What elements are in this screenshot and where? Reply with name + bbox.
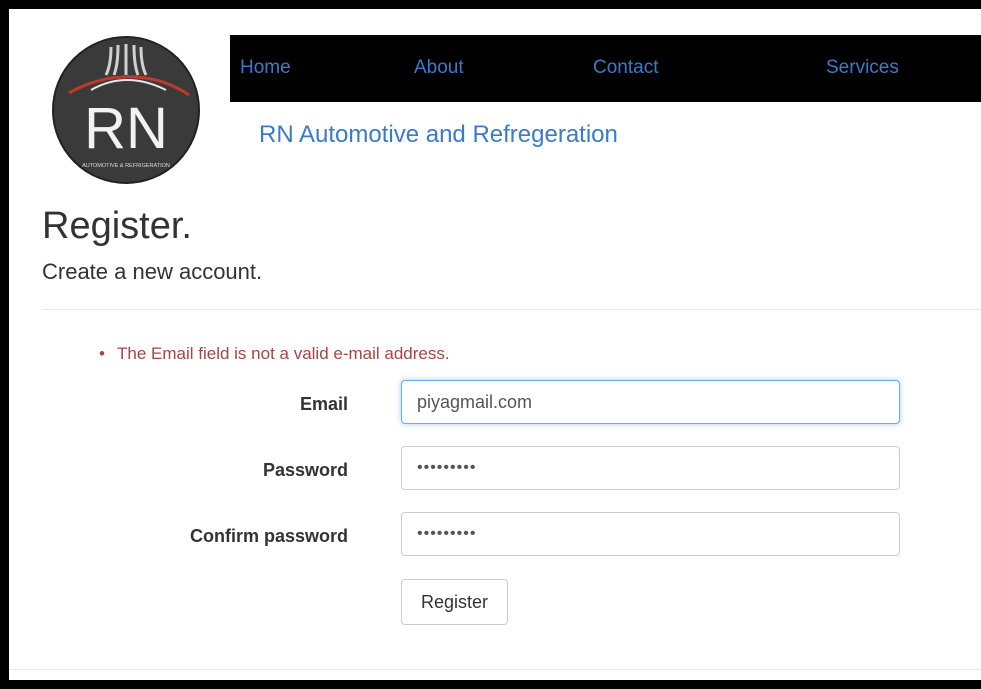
top-navbar: Home About Contact Services	[230, 35, 981, 102]
validation-summary: • The Email field is not a valid e-mail a…	[99, 344, 450, 364]
confirm-password-label: Confirm password	[189, 526, 348, 546]
email-label: Email	[299, 394, 348, 414]
rn-logo[interactable]: RN AUTOMOTIVE & REFRIGERATION	[51, 35, 201, 185]
nav-home-link[interactable]: Home	[240, 57, 291, 79]
page-container: Home About Contact Services RN AUTOMOTIV…	[9, 9, 981, 680]
password-field[interactable]	[401, 446, 900, 490]
validation-error: • The Email field is not a valid e-mail a…	[99, 344, 450, 364]
section-divider	[42, 309, 981, 310]
confirm-password-field[interactable]	[401, 512, 900, 556]
bullet-icon: •	[99, 344, 105, 363]
password-label: Password	[262, 460, 348, 480]
nav-services-link[interactable]: Services	[826, 57, 899, 79]
brand-link[interactable]: RN Automotive and Refregeration	[259, 121, 618, 149]
page-subtitle: Create a new account.	[42, 259, 263, 284]
footer-divider	[9, 669, 981, 670]
logo-text: RN	[84, 96, 168, 161]
email-field[interactable]	[401, 380, 900, 424]
register-button[interactable]: Register	[401, 579, 509, 625]
logo-tagline: AUTOMOTIVE & REFRIGERATION	[82, 163, 170, 169]
nav-about-link[interactable]: About	[414, 57, 464, 79]
page-title: Register.	[42, 205, 192, 247]
nav-contact-link[interactable]: Contact	[593, 57, 658, 79]
logo-graphic: RN AUTOMOTIVE & REFRIGERATION	[52, 36, 200, 184]
validation-error-text: The Email field is not a valid e-mail ad…	[117, 344, 450, 363]
